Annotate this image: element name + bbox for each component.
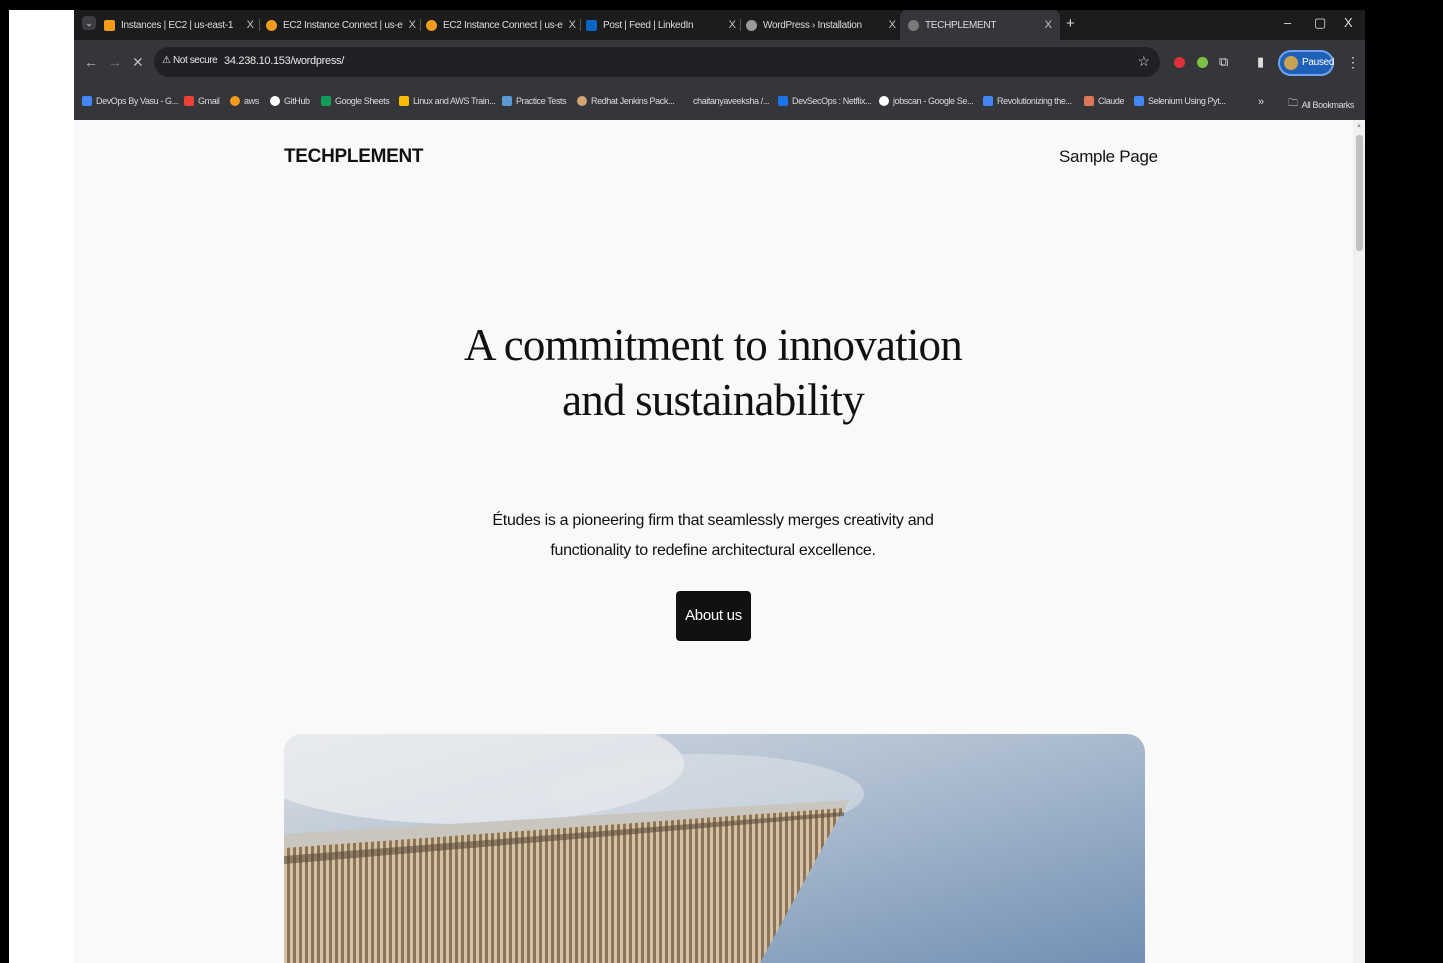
scroll-up-arrow-icon[interactable]: ▲: [1356, 123, 1362, 129]
letterbox-top: [0, 0, 1443, 10]
extensions-puzzle-icon[interactable]: ⧉: [1219, 54, 1228, 70]
window-close-button[interactable]: X: [1344, 15, 1353, 30]
drive-icon: [82, 96, 92, 106]
selenium-icon: [1134, 96, 1144, 106]
tab-ec2-connect-2[interactable]: EC2 Instance Connect | us-east X: [426, 10, 576, 40]
bookmark-item[interactable]: Claude: [1084, 96, 1125, 106]
address-bar[interactable]: ⚠ Not secure 34.238.10.153/wordpress/ ☆: [154, 47, 1160, 77]
web-page: TECHPLEMENT Sample Page A commitment to …: [74, 120, 1353, 963]
browser-chrome: ⌄ Instances | EC2 | us-east-1 X EC2 Inst…: [74, 10, 1365, 120]
extension-record-icon[interactable]: [1174, 57, 1185, 68]
tab-techplement[interactable]: TECHPLEMENT X: [900, 10, 1060, 40]
bookmark-item[interactable]: Gmail: [184, 96, 220, 106]
tab-linkedin[interactable]: Post | Feed | LinkedIn X: [586, 10, 736, 40]
bookmark-item[interactable]: DevOps By Vasu - G...: [82, 96, 178, 106]
linkedin-icon: [586, 19, 597, 31]
url-text[interactable]: 34.238.10.153/wordpress/: [224, 55, 344, 67]
forward-arrow-icon[interactable]: →: [108, 54, 122, 70]
side-panel-icon[interactable]: ▮: [1257, 54, 1264, 70]
new-tab-button[interactable]: +: [1066, 15, 1075, 32]
bookmark-item[interactable]: Linux and AWS Train...: [399, 96, 496, 106]
close-icon[interactable]: X: [569, 19, 576, 31]
bookmark-item[interactable]: Redhat Jenkins Pack...: [577, 96, 675, 106]
tab-strip: ⌄ Instances | EC2 | us-east-1 X EC2 Inst…: [74, 10, 1365, 40]
security-indicator[interactable]: ⚠ Not secure: [162, 55, 218, 66]
bookmark-item[interactable]: chaitanyaveeksha /...: [679, 96, 770, 106]
bookmark-item[interactable]: Practice Tests: [502, 96, 567, 106]
drive-icon: [399, 96, 409, 106]
about-us-button[interactable]: About us: [676, 591, 751, 641]
aws-icon: [426, 19, 437, 31]
close-icon[interactable]: X: [409, 19, 416, 31]
tab-divider: [580, 19, 581, 31]
claude-icon: [1084, 96, 1094, 106]
bookmark-item[interactable]: DevSecOps : Netflix...: [778, 96, 872, 106]
article-icon: [983, 96, 993, 106]
tab-ec2-connect-1[interactable]: EC2 Instance Connect | us-east- X: [266, 10, 416, 40]
bookmark-item[interactable]: GitHub: [270, 96, 310, 106]
wordpress-icon: [908, 19, 919, 31]
sheets-icon: [321, 96, 331, 106]
tab-search-icon[interactable]: ⌄: [82, 16, 96, 30]
tab-wordpress-install[interactable]: WordPress › Installation X: [746, 10, 896, 40]
tab-divider: [420, 19, 421, 31]
letterbox-right: [1365, 0, 1443, 963]
close-icon[interactable]: X: [247, 19, 254, 31]
close-icon[interactable]: X: [729, 19, 736, 31]
back-arrow-icon[interactable]: ←: [84, 54, 98, 70]
scrollbar-thumb[interactable]: [1356, 135, 1363, 251]
minimize-button[interactable]: –: [1284, 15, 1291, 30]
folder-icon: 🗀: [1288, 98, 1298, 109]
aws-icon: [266, 19, 277, 31]
aws-icon: [230, 96, 240, 106]
restore-button[interactable]: ▢: [1314, 15, 1326, 31]
gmail-icon: [184, 96, 194, 106]
bookmark-item[interactable]: Revolutionizing the...: [983, 96, 1072, 106]
screen: ⌄ Instances | EC2 | us-east-1 X EC2 Inst…: [0, 0, 1443, 963]
google-icon: [879, 96, 889, 106]
hero-building-image: [284, 734, 1145, 963]
github-icon: [270, 96, 280, 106]
menu-kebab-icon[interactable]: ⋮: [1346, 54, 1360, 71]
devsecops-icon: [778, 96, 788, 106]
letterbox-left: [0, 0, 9, 963]
tab-ec2-instances[interactable]: Instances | EC2 | us-east-1 X: [104, 10, 254, 40]
hero-heading: A commitment to innovation and sustainab…: [464, 320, 963, 425]
bookmark-item[interactable]: Selenium Using Pyt...: [1134, 96, 1226, 106]
globe-icon: [746, 19, 757, 31]
bookmark-item[interactable]: aws: [230, 96, 259, 106]
tab-divider: [740, 19, 741, 31]
avatar: [1284, 56, 1298, 70]
tab-divider: [259, 19, 260, 31]
extension-android-icon[interactable]: [1197, 57, 1208, 68]
page-scrollbar[interactable]: ▲: [1353, 120, 1365, 963]
hero-description: Études is a pioneering firm that seamles…: [492, 512, 934, 559]
bookmark-item[interactable]: Google Sheets: [321, 96, 390, 106]
bookmark-item[interactable]: jobscan - Google Se...: [879, 96, 974, 106]
bookmarks-bar: DevOps By Vasu - G... Gmail aws GitHub G…: [74, 86, 1365, 120]
warning-icon: ⚠: [162, 55, 171, 66]
aws-icon: [104, 19, 115, 31]
cloud-icon: [502, 96, 512, 106]
bookmark-star-icon[interactable]: ☆: [1137, 53, 1150, 70]
all-bookmarks-button[interactable]: 🗀 All Bookmarks: [1288, 96, 1354, 113]
page-icon: [679, 96, 689, 106]
bookmarks-overflow-button[interactable]: »: [1258, 96, 1264, 108]
profile-button[interactable]: Paused: [1278, 50, 1334, 76]
close-icon[interactable]: X: [1045, 19, 1052, 31]
close-icon[interactable]: X: [889, 19, 896, 31]
jenkins-icon: [577, 96, 587, 106]
page-margin-left: [9, 10, 74, 963]
nav-link-sample-page[interactable]: Sample Page: [1059, 147, 1158, 167]
stop-loading-icon[interactable]: ✕: [132, 54, 144, 71]
site-title[interactable]: TECHPLEMENT: [284, 146, 424, 168]
address-toolbar: ← → ✕ ⚠ Not secure 34.238.10.153/wordpre…: [74, 40, 1365, 86]
